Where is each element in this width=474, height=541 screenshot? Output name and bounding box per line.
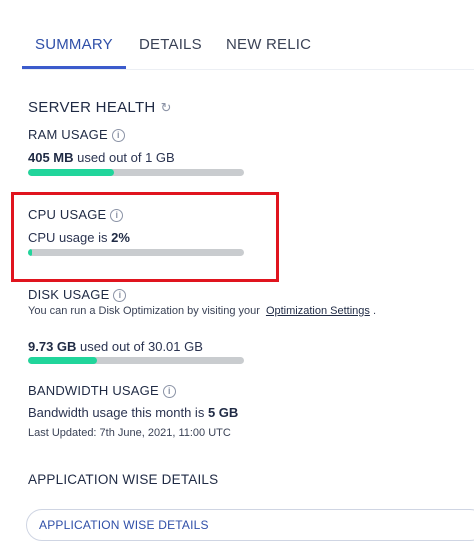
bandwidth-last-updated: Last Updated: 7th June, 2021, 11:00 UTC: [28, 427, 231, 439]
disk-optimization-note: You can run a Disk Optimization by visit…: [28, 305, 376, 317]
server-health-title: SERVER HEALTH: [28, 99, 156, 116]
disk-note-end: .: [372, 305, 376, 317]
application-wise-details-button-label: APPLICATION WISE DETAILS: [39, 518, 209, 532]
disk-usage-bar: [28, 357, 244, 364]
cpu-usage-heading: CPU USAGE i: [28, 207, 124, 222]
cpu-usage-value-line: CPU usage is 2%: [28, 230, 130, 245]
ram-usage-bar-fill: [28, 169, 115, 176]
info-icon[interactable]: i: [162, 385, 176, 398]
disk-note-text: You can run a Disk Optimization by visit…: [28, 305, 260, 317]
disk-usage-heading: DISK USAGE i: [28, 287, 127, 302]
bandwidth-usage-value: 5 GB: [207, 405, 239, 420]
disk-usage-bar-fill: [28, 357, 98, 364]
disk-usage-value: 9.73 GB: [28, 339, 77, 354]
tab-bar: [22, 0, 474, 70]
info-icon[interactable]: i: [113, 289, 127, 302]
bandwidth-usage-value-line: Bandwidth usage this month is 5 GB: [28, 405, 238, 420]
server-health-heading: SERVER HEALTH ↻: [28, 99, 172, 116]
info-icon[interactable]: i: [111, 129, 125, 142]
ram-usage-value-line: 405 MB used out of 1 GB: [28, 150, 175, 165]
ram-usage-bar: [28, 169, 244, 176]
bandwidth-usage-label: BANDWIDTH USAGE: [28, 383, 159, 398]
ram-usage-suffix: used out of 1 GB: [77, 150, 175, 165]
ram-usage-label: RAM USAGE: [28, 127, 108, 142]
tab-details[interactable]: DETAILS: [139, 36, 202, 53]
cpu-usage-bar-fill: [28, 249, 33, 256]
bandwidth-usage-heading: BANDWIDTH USAGE i: [28, 383, 176, 398]
application-wise-title: APPLICATION WISE DETAILS: [28, 472, 219, 487]
disk-usage-label: DISK USAGE: [28, 287, 110, 302]
tab-summary[interactable]: SUMMARY: [35, 36, 113, 53]
ram-usage-value: 405 MB: [28, 150, 74, 165]
tab-new-relic[interactable]: NEW RELIC: [226, 36, 311, 53]
application-wise-details-button[interactable]: APPLICATION WISE DETAILS: [26, 509, 474, 541]
disk-usage-value-line: 9.73 GB used out of 30.01 GB: [28, 339, 203, 354]
cpu-usage-bar: [28, 249, 244, 256]
info-icon[interactable]: i: [110, 209, 124, 222]
cpu-usage-value: 2%: [111, 230, 130, 245]
cpu-usage-label: CPU USAGE: [28, 207, 107, 222]
bandwidth-usage-prefix: Bandwidth usage this month is: [28, 405, 205, 420]
disk-usage-suffix: used out of 30.01 GB: [80, 339, 203, 354]
refresh-icon[interactable]: ↻: [161, 100, 172, 116]
ram-usage-heading: RAM USAGE i: [28, 127, 125, 142]
active-tab-indicator: [22, 66, 126, 69]
optimization-settings-link[interactable]: Optimization Settings: [266, 305, 370, 317]
cpu-usage-prefix: CPU usage is: [28, 230, 108, 245]
